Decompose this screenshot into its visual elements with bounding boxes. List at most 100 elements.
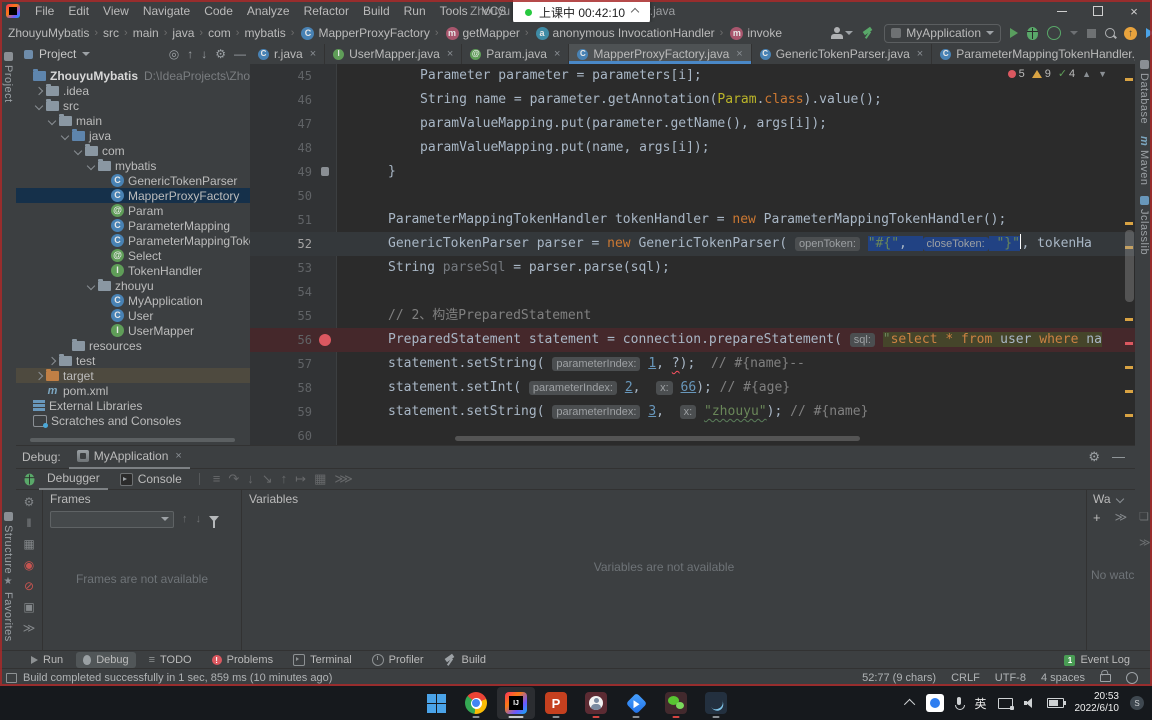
run-button[interactable] bbox=[1010, 28, 1018, 38]
tab-parametermappingtokenhandler-java[interactable]: CParameterMappingTokenHandler.java× bbox=[932, 44, 1135, 64]
code-line-45[interactable]: 45 Parameter parameter = parameters[i]; bbox=[250, 64, 1135, 88]
tree-item-test[interactable]: test bbox=[16, 353, 250, 368]
locate-file-icon[interactable]: ◎ bbox=[169, 47, 179, 61]
tree-item-src[interactable]: src bbox=[16, 98, 250, 113]
tree-item-mybatis[interactable]: mybatis bbox=[16, 158, 250, 173]
tab-close-icon[interactable]: × bbox=[917, 48, 923, 60]
line-number[interactable]: 46 bbox=[250, 88, 316, 112]
taskbar-app-snipaste[interactable] bbox=[697, 687, 735, 719]
breadcrumb-item[interactable]: mybatis bbox=[244, 26, 285, 40]
gutter-mark-area[interactable] bbox=[316, 328, 336, 352]
stop-button[interactable] bbox=[1087, 28, 1096, 38]
tree-item-zhouyumybatis[interactable]: ZhouyuMybatis D:\IdeaProjects\ZhouyuMybat… bbox=[16, 68, 250, 83]
line-number[interactable]: 50 bbox=[250, 184, 316, 208]
breadcrumb-item[interactable]: src bbox=[103, 26, 119, 40]
gutter-mark-area[interactable] bbox=[316, 208, 336, 232]
gutter-mark-area[interactable] bbox=[316, 160, 336, 184]
code-line-56[interactable]: 56 PreparedStatement statement = connecti… bbox=[250, 328, 1135, 352]
battery-icon[interactable] bbox=[1046, 698, 1066, 708]
project-settings-icon[interactable]: ⚙ bbox=[215, 47, 226, 61]
tab-debugger[interactable]: Debugger bbox=[39, 468, 108, 490]
stripe-mark[interactable] bbox=[1125, 390, 1133, 393]
class-timer-widget[interactable]: 上课中 00:42:10 bbox=[513, 0, 651, 24]
show-execution-point-icon[interactable]: ≡ bbox=[209, 471, 225, 487]
tree-arrow-icon[interactable] bbox=[33, 371, 44, 380]
tree-item-usermapper[interactable]: I UserMapper bbox=[16, 323, 250, 338]
event-log-button[interactable]: 1 Event Log bbox=[1064, 654, 1130, 666]
gutter-mark-area[interactable] bbox=[316, 184, 336, 208]
code-line-57[interactable]: 57 statement.setString( parameterIndex: 1… bbox=[250, 352, 1135, 376]
menu-analyze[interactable]: Analyze bbox=[240, 4, 297, 18]
gutter-mark-area[interactable] bbox=[316, 280, 336, 304]
gutter-mark-area[interactable] bbox=[316, 112, 336, 136]
tree-arrow-icon[interactable] bbox=[46, 116, 57, 125]
code-line-52[interactable]: 52 GenericTokenParser parser = new Generi… bbox=[250, 232, 1135, 256]
taskbar-app-start[interactable] bbox=[417, 687, 455, 719]
tab-console[interactable]: Console bbox=[112, 469, 190, 489]
gutter-mark-area[interactable] bbox=[316, 424, 336, 445]
tool-button-favorites[interactable]: ★ Favorites bbox=[2, 576, 14, 641]
menu-edit[interactable]: Edit bbox=[61, 4, 96, 18]
toolwindow-problems[interactable]: ! Problems bbox=[205, 652, 280, 668]
line-number[interactable]: 51 bbox=[250, 208, 316, 232]
prev-problem-icon[interactable]: ▲ bbox=[1082, 69, 1091, 79]
file-encoding[interactable]: UTF-8 bbox=[995, 672, 1026, 684]
taskbar-app-powerpoint[interactable]: P bbox=[537, 687, 575, 719]
menu-file[interactable]: File bbox=[28, 4, 61, 18]
force-step-into-icon[interactable]: ↘ bbox=[258, 471, 277, 487]
readonly-lock-icon[interactable] bbox=[1100, 674, 1111, 682]
tree-item-scratches-and-consoles[interactable]: Scratches and Consoles bbox=[16, 413, 250, 428]
project-hscrollbar[interactable] bbox=[30, 438, 235, 442]
display-icon[interactable] bbox=[997, 697, 1014, 710]
code-line-53[interactable]: 53 String parseSql = parser.parse(sql); bbox=[250, 256, 1135, 280]
restore-layout-icon[interactable]: ▦ bbox=[23, 538, 34, 550]
error-stripe[interactable] bbox=[1123, 64, 1135, 445]
debug-settings-icon[interactable]: ⚙ bbox=[1088, 449, 1100, 465]
pause-icon[interactable]: ‖ bbox=[27, 517, 32, 529]
tree-arrow-icon[interactable] bbox=[72, 146, 83, 155]
tree-item-parametermappingtokenhandler[interactable]: C ParameterMappingTokenHandler bbox=[16, 233, 250, 248]
thread-selector[interactable] bbox=[50, 510, 174, 528]
run-config-selector[interactable]: MyApplication bbox=[884, 23, 1001, 43]
code-line-48[interactable]: 48 paramValueMapping.put(name, args[i]); bbox=[250, 136, 1135, 160]
close-button[interactable]: × bbox=[1116, 0, 1152, 22]
tree-item-select[interactable]: @ Select bbox=[16, 248, 250, 263]
line-number[interactable]: 57 bbox=[250, 352, 316, 376]
code-line-55[interactable]: 55 // 2、构造PreparedStatement bbox=[250, 304, 1135, 328]
menu-run[interactable]: Run bbox=[397, 4, 433, 18]
gutter-mark-area[interactable] bbox=[316, 232, 336, 256]
step-into-icon[interactable]: ↓ bbox=[243, 471, 258, 487]
tree-arrow-icon[interactable] bbox=[33, 86, 44, 95]
breadcrumb-item[interactable]: com bbox=[208, 26, 231, 40]
stripe-mark[interactable] bbox=[1125, 222, 1133, 225]
code-line-59[interactable]: 59 statement.setString( parameterIndex: 3… bbox=[250, 400, 1135, 424]
breakpoints-icon[interactable]: ◉ bbox=[24, 559, 34, 571]
tab-close-icon[interactable]: × bbox=[310, 48, 316, 60]
line-number[interactable]: 53 bbox=[250, 256, 316, 280]
code-line-47[interactable]: 47 paramValueMapping.put(parameter.getNam… bbox=[250, 112, 1135, 136]
code-line-58[interactable]: 58 statement.setInt( parameterIndex: 2, x… bbox=[250, 376, 1135, 400]
more-icon[interactable]: ≫ bbox=[1139, 536, 1151, 549]
toolwindow-profiler[interactable]: Profiler bbox=[365, 652, 431, 668]
taskbar-app-classin[interactable] bbox=[577, 687, 615, 719]
gutter-mark-area[interactable] bbox=[316, 400, 336, 424]
code-editor[interactable]: 45 Parameter parameter = parameters[i]; 46… bbox=[250, 64, 1135, 445]
status-message-area[interactable]: Build completed successfully in 1 sec, 8… bbox=[6, 672, 332, 684]
build-hammer-icon[interactable] bbox=[862, 27, 875, 40]
tree-item-generictokenparser[interactable]: C GenericTokenParser bbox=[16, 173, 250, 188]
line-number[interactable]: 52 bbox=[250, 232, 316, 256]
hide-panel-icon[interactable]: — bbox=[234, 47, 246, 61]
tree-item-myapplication[interactable]: C MyApplication bbox=[16, 293, 250, 308]
tool-button-jclasslib[interactable]: Jclasslib bbox=[1138, 196, 1150, 255]
toolwindow-run[interactable]: Run bbox=[24, 652, 70, 668]
line-separator[interactable]: CRLF bbox=[951, 672, 980, 684]
tree-arrow-icon[interactable] bbox=[85, 161, 96, 170]
code-line-49[interactable]: 49} bbox=[250, 160, 1135, 184]
tab-param-java[interactable]: @ Param.java × bbox=[462, 44, 570, 64]
mute-breakpoints-icon[interactable]: ⊘ bbox=[24, 580, 34, 592]
update-available-icon[interactable]: ↑ bbox=[1124, 26, 1137, 40]
breadcrumb-item[interactable]: m invoke bbox=[728, 26, 782, 40]
line-number[interactable]: 45 bbox=[250, 64, 316, 88]
tab-usermapper-java[interactable]: I UserMapper.java × bbox=[325, 44, 463, 64]
editor-vscrollbar[interactable] bbox=[1125, 230, 1134, 302]
